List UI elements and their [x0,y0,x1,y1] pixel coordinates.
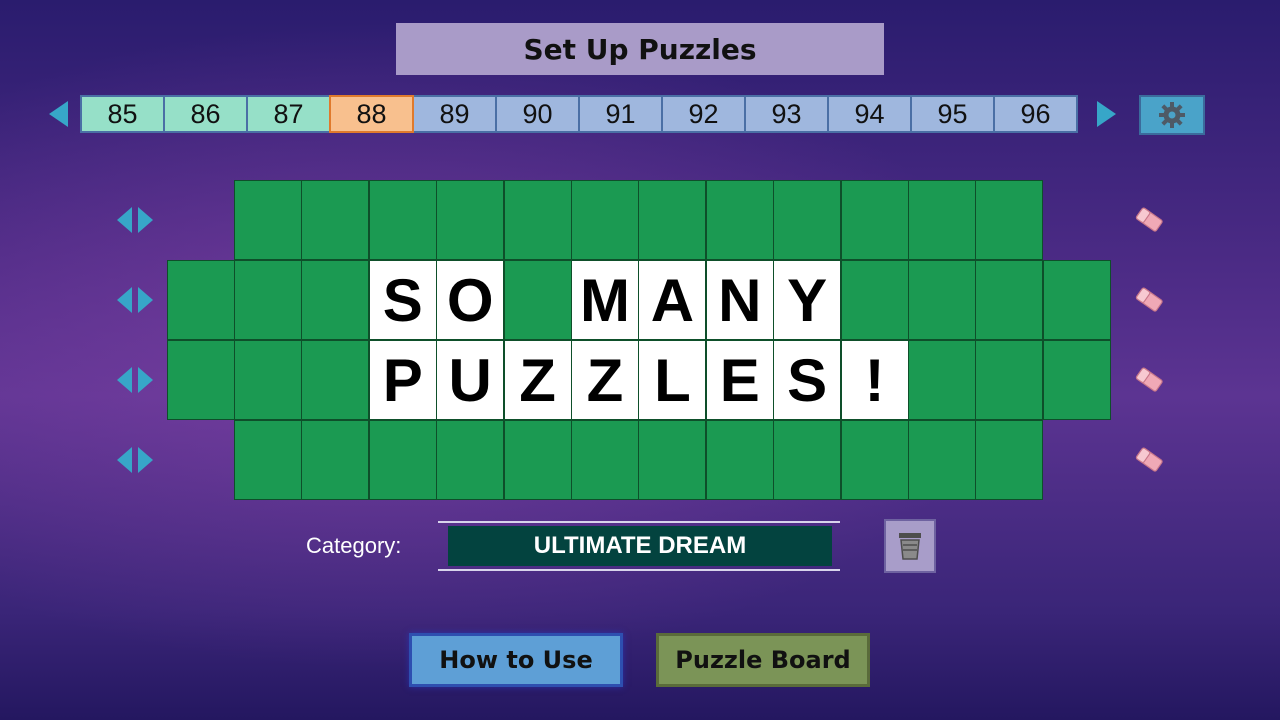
blank-tile[interactable] [908,420,976,500]
puzzle-number-93[interactable]: 93 [744,95,829,133]
blank-tile[interactable] [975,340,1044,420]
blank-tile[interactable] [1042,260,1111,340]
puzzle-number-86[interactable]: 86 [163,95,248,133]
blank-tile[interactable] [975,420,1044,500]
row-1-shift-button[interactable] [115,206,155,234]
left-right-arrows-icon [117,287,153,313]
category-value[interactable]: ULTIMATE DREAM [448,526,832,566]
category-field[interactable]: ULTIMATE DREAM [438,521,840,571]
blank-tile[interactable] [840,260,909,340]
blank-tile[interactable] [773,180,842,260]
letter-tile[interactable]: S [368,260,437,340]
row-2-shift-button[interactable] [115,286,155,314]
eraser-icon [1135,207,1163,232]
blank-tile[interactable] [638,420,707,500]
blank-tile[interactable] [705,180,774,260]
blank-tile[interactable] [1042,340,1111,420]
blank-tile[interactable] [503,260,572,340]
row-2-clear-button[interactable] [1132,283,1166,317]
puzzle-number-90[interactable]: 90 [495,95,580,133]
blank-tile[interactable] [166,340,235,420]
blank-tile[interactable] [301,420,370,500]
blank-tile[interactable] [975,260,1044,340]
page-title: Set Up Puzzles [396,23,884,75]
puzzle-number-88[interactable]: 88 [329,95,414,133]
row-4-clear-button[interactable] [1132,443,1166,477]
eraser-icon [1135,367,1163,392]
left-right-arrows-icon [117,207,153,233]
blank-tile[interactable] [436,180,505,260]
blank-tile[interactable] [301,180,370,260]
blank-tile[interactable] [638,180,707,260]
letter-tile[interactable]: Y [773,260,842,340]
blank-tile[interactable] [773,420,842,500]
letter-tile[interactable]: Z [503,340,572,420]
blank-tile[interactable] [908,340,976,420]
left-right-arrows-icon [117,447,153,473]
letter-tile[interactable]: O [436,260,505,340]
row-3-clear-button[interactable] [1132,363,1166,397]
puzzle-board-button[interactable]: Puzzle Board [656,633,870,687]
blank-tile[interactable] [908,180,976,260]
blank-tile[interactable] [503,180,572,260]
letter-tile[interactable]: E [705,340,774,420]
puzzle-number-95[interactable]: 95 [910,95,995,133]
row-1-clear-button[interactable] [1132,203,1166,237]
blank-tile[interactable] [234,420,302,500]
blank-tile[interactable] [571,180,639,260]
letter-tile[interactable]: A [638,260,707,340]
eraser-icon [1135,447,1163,472]
letter-tile[interactable]: ! [840,340,909,420]
blank-tile[interactable] [301,340,370,420]
blank-tile[interactable] [301,260,370,340]
settings-button[interactable] [1139,95,1205,135]
blank-tile[interactable] [368,180,437,260]
blank-tile[interactable] [368,420,437,500]
trash-icon [899,533,921,560]
letter-tile[interactable]: M [571,260,639,340]
puzzle-number-85[interactable]: 85 [80,95,165,133]
letter-tile[interactable]: S [773,340,842,420]
gear-icon [1159,102,1185,128]
letter-tile[interactable]: N [705,260,774,340]
category-label: Category: [306,533,402,558]
prev-puzzle-button[interactable] [46,99,72,129]
clear-category-button[interactable] [884,519,936,573]
blank-tile[interactable] [503,420,572,500]
blank-tile[interactable] [840,420,909,500]
blank-tile[interactable] [234,180,302,260]
blank-tile[interactable] [436,420,505,500]
triangle-right-icon [1097,101,1116,127]
puzzle-number-94[interactable]: 94 [827,95,912,133]
letter-tile[interactable]: U [436,340,505,420]
letter-tile[interactable]: Z [571,340,639,420]
puzzle-number-92[interactable]: 92 [661,95,746,133]
blank-tile[interactable] [840,180,909,260]
blank-tile[interactable] [234,340,302,420]
puzzle-number-strip: 85 86 87 88 89 90 91 92 93 94 95 96 [80,95,1078,133]
puzzle-number-89[interactable]: 89 [412,95,497,133]
left-right-arrows-icon [117,367,153,393]
letter-tile[interactable]: L [638,340,707,420]
row-3-shift-button[interactable] [115,366,155,394]
blank-tile[interactable] [166,260,235,340]
blank-tile[interactable] [234,260,302,340]
row-4-shift-button[interactable] [115,446,155,474]
puzzle-number-91[interactable]: 91 [578,95,663,133]
next-puzzle-button[interactable] [1093,99,1119,129]
puzzle-number-87[interactable]: 87 [246,95,331,133]
blank-tile[interactable] [908,260,976,340]
eraser-icon [1135,287,1163,312]
puzzle-number-96[interactable]: 96 [993,95,1078,133]
how-to-use-button[interactable]: How to Use [409,633,623,687]
letter-tile[interactable]: P [368,340,437,420]
blank-tile[interactable] [705,420,774,500]
triangle-left-icon [49,101,68,127]
blank-tile[interactable] [571,420,639,500]
blank-tile[interactable] [975,180,1044,260]
